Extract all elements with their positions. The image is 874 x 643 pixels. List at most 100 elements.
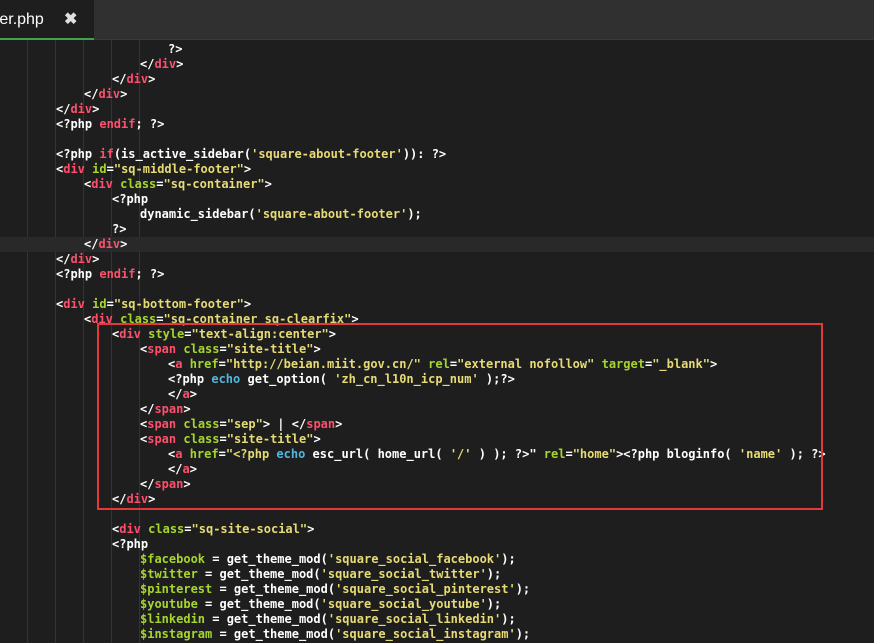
code-line[interactable]: <div id="sq-middle-footer"> (0, 162, 874, 177)
code-token: <?php (112, 192, 149, 206)
code-line-text: </div> (84, 87, 127, 102)
code-token: = get_theme_mod( (205, 612, 328, 626)
code-token: > (313, 342, 321, 356)
code-token: a (182, 387, 190, 401)
code-line[interactable]: </span> (0, 402, 874, 417)
code-line[interactable]: <a href="http://beian.miit.gov.cn/" rel=… (0, 357, 874, 372)
code-token: id (92, 162, 107, 176)
tab-bar: oter.php ✖ (0, 0, 874, 40)
code-token: </ (168, 462, 183, 476)
tab-footer-php[interactable]: oter.php ✖ (0, 0, 94, 40)
code-token: = get_theme_mod( (205, 552, 328, 566)
code-line[interactable]: </div> (0, 252, 874, 267)
code-token: > (148, 72, 156, 86)
code-token: echo (211, 372, 241, 386)
code-line[interactable]: <?php if(is_active_sidebar('square-about… (0, 147, 874, 162)
code-token: class (120, 177, 157, 191)
code-line[interactable]: </a> (0, 462, 874, 477)
code-line[interactable]: <?php endif; ?> (0, 117, 874, 132)
code-line[interactable]: </div> (0, 87, 874, 102)
code-token: 'square_social_linkedin' (327, 612, 502, 626)
code-token: = get_theme_mod( (197, 567, 321, 581)
code-line[interactable]: <a href="<?php echo esc_url( home_url( '… (0, 447, 874, 462)
close-icon[interactable]: ✖ (64, 9, 77, 29)
code-line[interactable]: <span class="sep"> | </span> (0, 417, 874, 432)
code-line[interactable] (0, 132, 874, 147)
code-token: <?php (56, 267, 100, 281)
code-token: </ (168, 387, 183, 401)
code-token: ); (515, 582, 531, 596)
code-token: echo (276, 447, 306, 461)
code-token: </ (140, 57, 155, 71)
code-line[interactable]: </a> (0, 387, 874, 402)
code-line[interactable]: $instagram = get_theme_mod('square_socia… (0, 627, 874, 642)
code-token: div (126, 492, 149, 506)
code-token: > (328, 327, 337, 341)
code-line[interactable]: $linkedin = get_theme_mod('square_social… (0, 612, 874, 627)
code-token: = (219, 417, 227, 431)
code-line-text: </a> (168, 462, 197, 477)
code-line[interactable]: <?php echo get_option( 'zh_cn_l10n_icp_n… (0, 372, 874, 387)
code-token: class (183, 417, 220, 431)
code-line-text: <?php echo get_option( 'zh_cn_l10n_icp_n… (168, 372, 515, 387)
code-line[interactable]: <?php (0, 192, 874, 207)
code-token: endif (99, 117, 136, 131)
code-token: div (98, 87, 121, 101)
code-line[interactable]: $pinterest = get_theme_mod('square_socia… (0, 582, 874, 597)
code-token: span (154, 477, 184, 491)
code-token: > (120, 87, 128, 101)
code-line[interactable]: <span class="site-title"> (0, 342, 874, 357)
code-line[interactable]: ?> (0, 222, 874, 237)
code-token: 'square-about-footer' (251, 147, 403, 161)
code-line[interactable]: </div> (0, 72, 874, 87)
code-token: get_option( (240, 372, 335, 386)
code-line-text: <a href="<?php echo esc_url( home_url( '… (168, 447, 826, 462)
code-line-text: <span class="site-title"> (140, 432, 321, 447)
code-line-text: $twitter = get_theme_mod('square_social_… (140, 567, 501, 582)
code-line[interactable]: <div class="sq-site-social"> (0, 522, 874, 537)
code-token: </ (140, 477, 155, 491)
code-line[interactable] (0, 507, 874, 522)
code-line[interactable]: </div> (0, 57, 874, 72)
code-line[interactable]: dynamic_sidebar('square-about-footer'); (0, 207, 874, 222)
code-line-text: </a> (168, 387, 197, 402)
code-token: "sq-bottom-footer" (113, 297, 244, 311)
code-editor[interactable]: ?> </div> </div> </div> </div> <?php endif; ?… (0, 40, 874, 643)
code-line[interactable]: </div> (0, 102, 874, 117)
code-line[interactable]: <span class="site-title"> (0, 432, 874, 447)
code-line[interactable]: $twitter = get_theme_mod('square_social_… (0, 567, 874, 582)
code-line[interactable]: <?php endif; ?> (0, 267, 874, 282)
code-line[interactable]: <div id="sq-bottom-footer"> (0, 297, 874, 312)
code-line[interactable]: <div style="text-align:center"> (0, 327, 874, 342)
code-line[interactable]: <div class="sq-container sq-clearfix"> (0, 312, 874, 327)
code-token: 'zh_cn_l10n_icp_num' (334, 372, 479, 386)
code-line[interactable] (0, 282, 874, 297)
code-line[interactable]: $youtube = get_theme_mod('square_social_… (0, 597, 874, 612)
code-line[interactable]: <?php (0, 537, 874, 552)
code-token: > (183, 477, 191, 491)
code-token: "sq-container sq-clearfix" (163, 312, 352, 326)
code-line-text: $facebook = get_theme_mod('square_social… (140, 552, 516, 567)
code-token: ); (501, 552, 516, 566)
code-token: $pinterest (140, 582, 213, 596)
code-line-text: <div class="sq-site-social"> (112, 522, 314, 537)
code-token: > | </ (262, 417, 307, 431)
code-token: href (189, 447, 219, 461)
code-token: $twitter (140, 567, 198, 581)
code-line[interactable]: </span> (0, 477, 874, 492)
code-token: > (709, 357, 718, 371)
code-line[interactable]: ?> (0, 42, 874, 57)
code-line-text: </div> (84, 237, 127, 252)
code-token: "text-align:center" (191, 327, 329, 341)
code-token: esc_url( home_url( (305, 447, 450, 461)
code-token: = (156, 177, 164, 191)
code-line[interactable]: $facebook = get_theme_mod('square_social… (0, 552, 874, 567)
code-line[interactable]: </div> (0, 492, 874, 507)
code-line-text: </div> (56, 252, 99, 267)
code-token: > (92, 252, 100, 266)
code-token: div (91, 177, 113, 191)
code-line[interactable]: </div> (0, 237, 874, 252)
code-line[interactable]: <div class="sq-container"> (0, 177, 874, 192)
